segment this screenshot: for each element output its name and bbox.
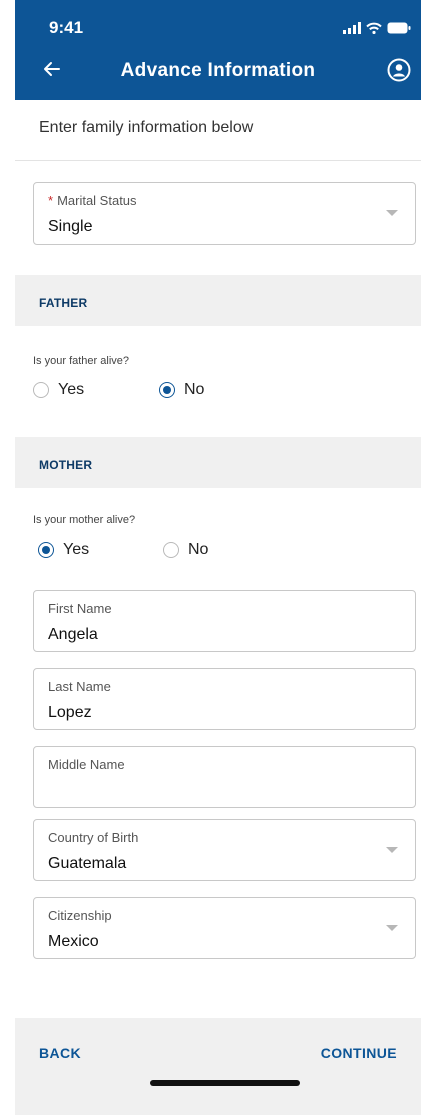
chevron-down-icon [386, 847, 398, 853]
radio-icon [163, 542, 179, 558]
father-alive-no[interactable]: No [159, 381, 204, 399]
intro-text: Enter family information below [39, 119, 254, 136]
last-name-field[interactable]: Last Name Lopez [33, 668, 416, 730]
back-button[interactable]: BACK [39, 1045, 81, 1061]
first-name-value: Angela [48, 626, 98, 643]
mother-yes-label: Yes [63, 541, 90, 558]
country-of-birth-select[interactable]: Country of Birth Guatemala [33, 819, 416, 881]
mother-section-header: MOTHER [15, 437, 421, 488]
signal-icon [343, 22, 361, 34]
status-icons [343, 21, 411, 35]
marital-status-value: Single [48, 218, 93, 235]
first-name-field[interactable]: First Name Angela [33, 590, 416, 652]
marital-status-select[interactable]: * Marital Status Single [33, 182, 416, 245]
father-alive-yes[interactable]: Yes [33, 381, 84, 399]
footer-bar: BACK CONTINUE [15, 1018, 421, 1115]
required-marker: * [48, 193, 54, 208]
mother-alive-question: Is your mother alive? [33, 514, 136, 526]
country-of-birth-value: Guatemala [48, 855, 127, 872]
middle-name-label: Middle Name [48, 757, 125, 772]
chevron-down-icon [386, 210, 398, 216]
status-time: 9:41 [49, 18, 84, 37]
intro-banner: Enter family information below [15, 100, 421, 161]
marital-status-label: * Marital Status [48, 193, 137, 208]
mother-alive-yes[interactable]: Yes [38, 541, 89, 559]
radio-icon [33, 382, 49, 398]
father-section-title: FATHER [39, 296, 88, 310]
middle-name-field[interactable]: Middle Name [33, 746, 416, 808]
father-no-label: No [184, 381, 205, 398]
radio-selected-icon [159, 382, 175, 398]
citizenship-select[interactable]: Citizenship Mexico [33, 897, 416, 959]
father-yes-label: Yes [58, 381, 85, 398]
mother-no-label: No [188, 541, 209, 558]
last-name-value: Lopez [48, 704, 92, 721]
back-arrow-icon[interactable] [41, 58, 63, 80]
father-section-header: FATHER [15, 275, 421, 326]
last-name-label: Last Name [48, 679, 111, 694]
page-title: Advance Information [120, 60, 316, 81]
radio-selected-icon [38, 542, 54, 558]
country-of-birth-label: Country of Birth [48, 830, 139, 845]
home-indicator [150, 1080, 300, 1086]
app-header: 9:41 Advance Information [15, 0, 421, 100]
mother-section-title: MOTHER [39, 458, 93, 472]
first-name-label: First Name [48, 601, 112, 616]
chevron-down-icon [386, 925, 398, 931]
father-alive-question: Is your father alive? [33, 355, 129, 367]
citizenship-label: Citizenship [48, 908, 112, 923]
mother-alive-no[interactable]: No [163, 541, 208, 559]
continue-button[interactable]: CONTINUE [321, 1045, 397, 1061]
battery-icon [387, 22, 411, 34]
wifi-icon [366, 22, 382, 34]
citizenship-value: Mexico [48, 933, 99, 950]
profile-icon[interactable] [387, 58, 411, 82]
